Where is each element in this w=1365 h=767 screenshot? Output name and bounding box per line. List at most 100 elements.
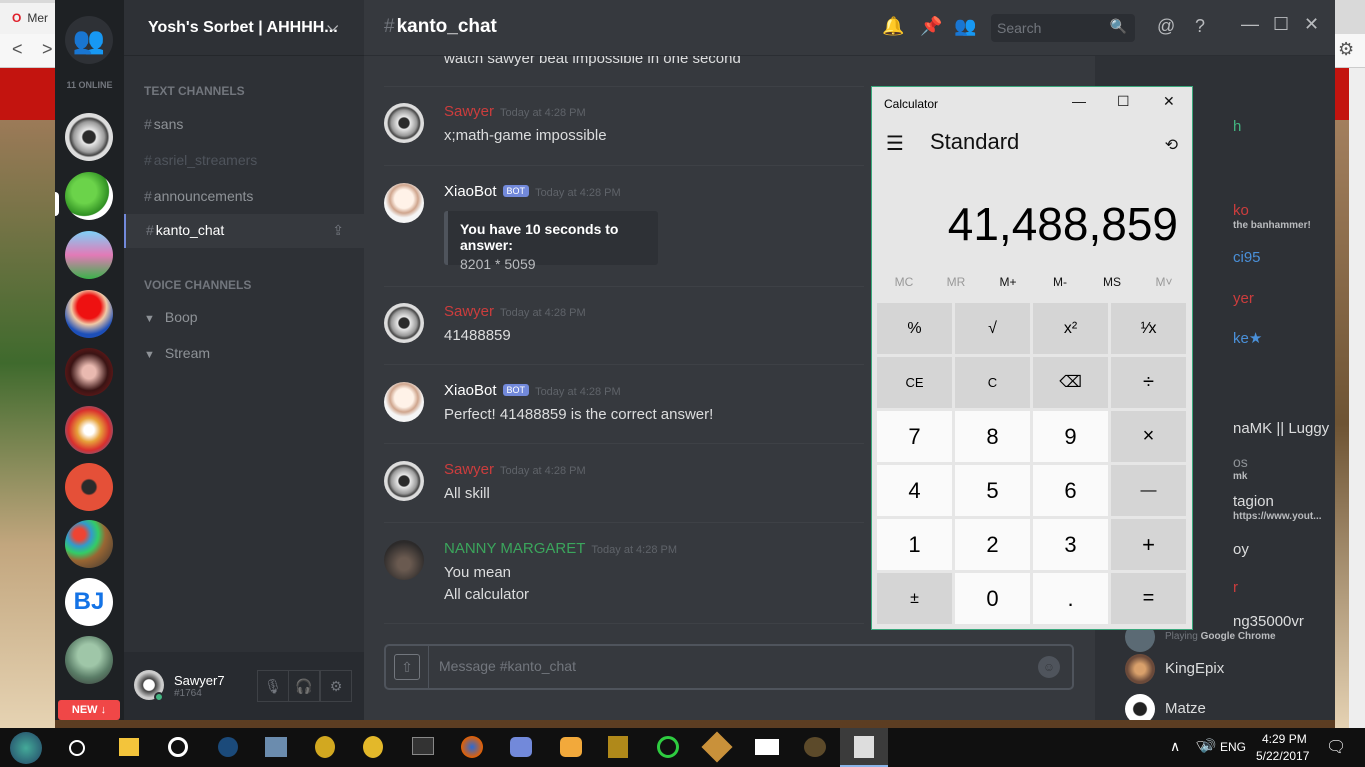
digit-9-button[interactable]: 9 [1033, 411, 1108, 462]
message-author[interactable]: XiaoBot BOT Today at 4:28 PM [444, 183, 621, 200]
emoji-icon[interactable]: ☺ [1038, 656, 1060, 678]
memory-clear-button[interactable]: MC [878, 275, 930, 289]
channel-announcements[interactable]: # announcements [144, 188, 253, 204]
back-icon[interactable]: < [12, 39, 23, 60]
member-name[interactable]: ci95 [1233, 249, 1261, 266]
bell-icon[interactable]: 🔔 [882, 16, 904, 37]
start-button-icon[interactable] [10, 732, 42, 764]
message-author[interactable]: XiaoBot BOT Today at 4:28 PM [444, 382, 621, 399]
member-name[interactable]: yer [1233, 290, 1254, 307]
guild-icon[interactable] [65, 290, 113, 338]
message-author[interactable]: Sawyer Today at 4:28 PM [444, 461, 586, 478]
mention-icon[interactable]: @ [1157, 16, 1175, 37]
memory-store-button[interactable]: MS [1086, 275, 1138, 289]
server-header[interactable]: Yosh's Sorbet | AHHHH... ⌵ [124, 0, 364, 56]
guild-icon[interactable] [65, 113, 113, 161]
avatar[interactable] [384, 183, 424, 223]
volume-icon[interactable]: 🔊 [1200, 738, 1216, 754]
calculator-taskbar-icon[interactable] [840, 728, 888, 767]
steam-icon[interactable] [218, 737, 238, 757]
member-name[interactable]: KingEpix [1165, 660, 1224, 677]
clear-button[interactable]: C [955, 357, 1030, 408]
hamburger-menu-icon[interactable]: ☰ [886, 131, 904, 156]
friends-icon[interactable]: 👥 [65, 16, 113, 64]
guild-icon[interactable] [65, 172, 113, 220]
guild-icon[interactable] [65, 231, 113, 279]
member-name[interactable]: oy [1233, 541, 1249, 558]
pin-icon[interactable]: 📌 [920, 16, 942, 37]
subtract-button[interactable]: — [1111, 465, 1186, 516]
guild-icon[interactable]: BJ [65, 578, 113, 626]
equals-button[interactable]: = [1111, 573, 1186, 624]
reciprocal-button[interactable]: ¹⁄x [1111, 303, 1186, 354]
opera-gx-icon[interactable] [657, 736, 679, 758]
negate-button[interactable]: ± [877, 573, 952, 624]
message-input[interactable]: Message #kanto_chat [428, 646, 1028, 688]
add-button[interactable]: + [1111, 519, 1186, 570]
minimize-icon[interactable]: — [1241, 14, 1259, 35]
voice-channels-label[interactable]: VOICE CHANNELS [144, 278, 251, 292]
maximize-icon[interactable]: ☐ [1117, 93, 1130, 110]
notifications-icon[interactable]: 🗨 [1326, 737, 1346, 757]
divide-button[interactable]: ÷ [1111, 357, 1186, 408]
upload-icon[interactable]: ⇧ [394, 654, 420, 680]
discord-icon[interactable] [510, 737, 532, 757]
message-author[interactable]: NANNY MARGARET Today at 4:28 PM [444, 540, 677, 557]
invite-icon[interactable]: ⇪ [332, 222, 344, 239]
history-icon[interactable]: ⟲ [1165, 135, 1178, 155]
close-icon[interactable]: ✕ [1304, 14, 1319, 35]
tray-chevron-icon[interactable]: ∧ [1170, 738, 1180, 755]
member-name[interactable]: tagion [1233, 493, 1274, 510]
minimize-icon[interactable]: — [1072, 93, 1086, 109]
digit-0-button[interactable]: 0 [955, 573, 1030, 624]
game-icon[interactable] [804, 737, 826, 757]
memory-subtract-button[interactable]: M- [1034, 275, 1086, 289]
mail-icon[interactable] [755, 739, 779, 755]
guild-icon[interactable] [65, 463, 113, 511]
firefox-icon[interactable] [461, 736, 483, 758]
language-indicator[interactable]: ENG [1220, 740, 1246, 754]
channel-asriel-streamers[interactable]: # asriel_streamers [144, 152, 257, 168]
sqrt-button[interactable]: √ [955, 303, 1030, 354]
game-icon[interactable] [701, 731, 733, 763]
square-button[interactable]: x² [1033, 303, 1108, 354]
channel-kanto-chat[interactable]: # kanto_chat ⇪ [124, 214, 364, 248]
voice-channel-boop[interactable]: ▼ Boop [144, 309, 198, 325]
message-author[interactable]: Sawyer Today at 4:28 PM [444, 103, 586, 120]
opera-icon[interactable] [168, 737, 188, 757]
avatar[interactable] [384, 382, 424, 422]
new-messages-badge[interactable]: NEW ↓ [58, 700, 120, 720]
clock-app-icon[interactable] [363, 736, 383, 758]
avatar[interactable] [384, 103, 424, 143]
memory-list-button[interactable]: M˅ [1138, 275, 1190, 289]
clear-entry-button[interactable]: CE [877, 357, 952, 408]
avatar[interactable] [384, 540, 424, 580]
guild-icon[interactable] [65, 348, 113, 396]
browser-scrollbar[interactable] [1349, 68, 1365, 728]
digit-7-button[interactable]: 7 [877, 411, 952, 462]
guild-icon[interactable] [65, 636, 113, 684]
channel-sans[interactable]: # sans [144, 116, 183, 132]
digit-5-button[interactable]: 5 [955, 465, 1030, 516]
member-name[interactable]: h [1233, 118, 1241, 135]
member-name[interactable]: ng35000vr [1233, 613, 1304, 630]
member-name[interactable]: Matze [1165, 700, 1206, 717]
file-explorer-icon[interactable] [119, 738, 139, 756]
avatar[interactable] [1125, 694, 1155, 720]
browser-tab[interactable]: O Mer [0, 3, 60, 34]
avatar[interactable] [384, 461, 424, 501]
search-input[interactable]: Search 🔍 [991, 14, 1135, 42]
browser-settings-icon[interactable]: ⚙ [1338, 39, 1354, 60]
close-icon[interactable]: ✕ [1163, 93, 1175, 110]
forward-icon[interactable]: > [42, 39, 53, 60]
headphones-icon[interactable]: 🎧 [288, 670, 320, 702]
digit-8-button[interactable]: 8 [955, 411, 1030, 462]
member-name[interactable]: ko [1233, 202, 1249, 219]
app-icon[interactable] [608, 736, 628, 758]
decimal-button[interactable]: . [1033, 573, 1108, 624]
gear-icon[interactable]: ⚙ [320, 670, 352, 702]
voice-channel-stream[interactable]: ▼ Stream [144, 345, 210, 361]
clock-app-icon[interactable] [315, 736, 335, 758]
terminal-icon[interactable] [412, 737, 434, 755]
message-author[interactable]: Sawyer Today at 4:28 PM [444, 303, 586, 320]
